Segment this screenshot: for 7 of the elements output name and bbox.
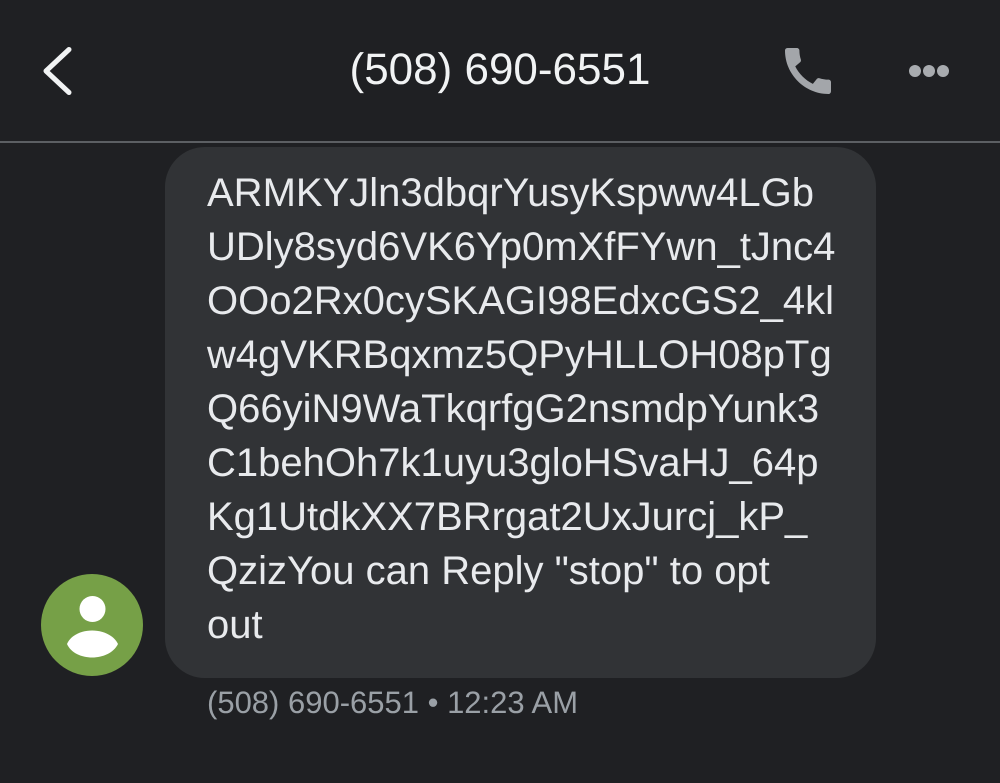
contact-title: (508) 690-6551	[350, 44, 650, 96]
message-meta: (508) 690-6551 • 12:23 AM	[207, 684, 578, 722]
message-bubble: ARMKYJln3dbqrYusyKspww4LGbUDly8syd6VK6Yp0mXfFYwn_tJnc4OOo2Rx0cySKAGI98EdxcGS2_4klw4gVKRBqxmz5QPyHLLOH08pTgQ66yiN9WaTkqrfgG2nsmdpYunk3C1behOh7k1uyu3gloHSvaHJ_64pKg1UtdkXX7BRrgat2UxJurcj_kP_QzizYou can Reply "stop" to opt out	[165, 147, 876, 678]
avatar-icon	[41, 574, 143, 676]
more-options-icon[interactable]	[909, 64, 949, 76]
back-icon[interactable]	[42, 46, 72, 94]
phone-icon[interactable]	[785, 48, 831, 94]
